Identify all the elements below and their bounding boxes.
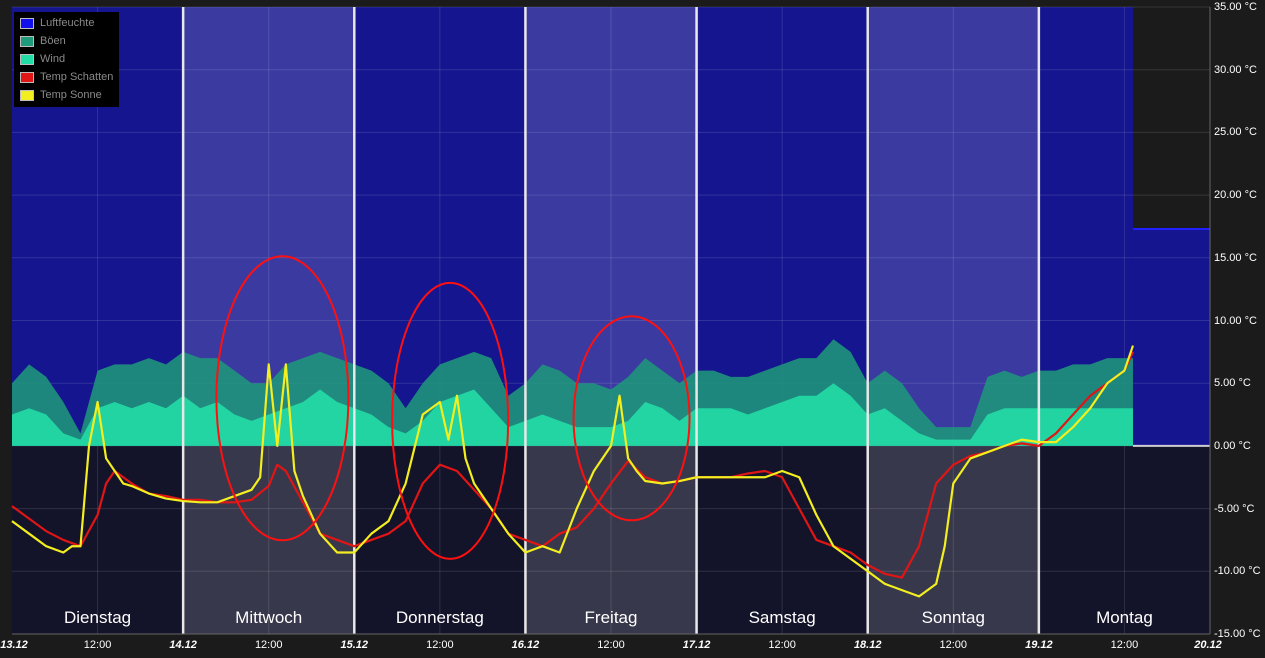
y-tick-label: 5.00 °C <box>1214 377 1251 390</box>
legend-swatch <box>20 17 34 29</box>
legend-swatch <box>20 89 34 101</box>
y-tick-label: -10.00 °C <box>1214 565 1261 578</box>
day-name-label: Donnerstag <box>395 608 484 627</box>
plot-area <box>11 6 1211 635</box>
legend-label: Temp Sonne <box>40 89 102 101</box>
y-tick-label: 25.00 °C <box>1214 126 1257 139</box>
x-tick-label: 12:00 <box>254 639 283 651</box>
x-tick-label: 16.12 <box>511 639 540 651</box>
x-tick-label: 13.12 <box>0 639 28 651</box>
x-tick-label: 12:00 <box>426 639 454 651</box>
legend-label: Temp Schatten <box>40 71 114 83</box>
legend-item-temp-schatten[interactable]: Temp Schatten <box>20 68 113 86</box>
x-tick-label: 12:00 <box>597 639 625 651</box>
legend-swatch <box>20 71 34 83</box>
legend-item-temp-sonne[interactable]: Temp Sonne <box>20 86 113 104</box>
day-name-label: Montag <box>1096 608 1153 627</box>
humidity-area-lower <box>1132 228 1210 446</box>
legend-item-wind[interactable]: Wind <box>20 50 113 68</box>
day-name-label: Samstag <box>748 608 816 627</box>
day-name-label: Mittwoch <box>235 608 303 627</box>
x-tick-label: 12:00 <box>1110 639 1139 651</box>
x-tick-label: 12:00 <box>939 639 968 651</box>
x-tick-label: 20.12 <box>1194 639 1222 651</box>
x-tick-label: 14.12 <box>169 639 197 651</box>
x-tick-label: 12:00 <box>83 639 112 651</box>
x-tick-label: 15.12 <box>340 639 369 651</box>
x-tick-label: 19.12 <box>1025 639 1053 651</box>
y-tick-label: 20.00 °C <box>1214 189 1257 202</box>
legend-swatch <box>20 53 34 65</box>
legend-item-luftfeuchte[interactable]: Luftfeuchte <box>20 14 113 32</box>
y-tick-label: 0.00 °C <box>1214 439 1251 452</box>
x-tick-label: 17.12 <box>682 639 711 651</box>
legend-label: Böen <box>40 35 66 47</box>
legend: Luftfeuchte Böen Wind Temp Schatten Temp… <box>14 12 120 107</box>
x-tick-label: 18.12 <box>853 639 882 651</box>
legend-swatch <box>20 35 34 47</box>
legend-item-boeen[interactable]: Böen <box>20 32 113 50</box>
y-tick-label: 15.00 °C <box>1214 251 1257 264</box>
legend-label: Wind <box>40 53 66 65</box>
legend-label: Luftfeuchte <box>40 17 95 29</box>
day-name-label: Dienstag <box>64 608 132 627</box>
chart: Luftfeuchte Böen Wind Temp Schatten Temp… <box>0 0 1265 658</box>
y-tick-label: -5.00 °C <box>1214 502 1255 515</box>
y-tick-label: 10.00 °C <box>1214 314 1257 327</box>
day-name-label: Sonntag <box>921 608 985 627</box>
y-tick-label: 30.00 °C <box>1214 63 1257 76</box>
day-name-label: Freitag <box>584 608 638 627</box>
y-tick-label: 35.00 °C <box>1214 1 1257 13</box>
x-tick-label: 12:00 <box>768 639 796 651</box>
